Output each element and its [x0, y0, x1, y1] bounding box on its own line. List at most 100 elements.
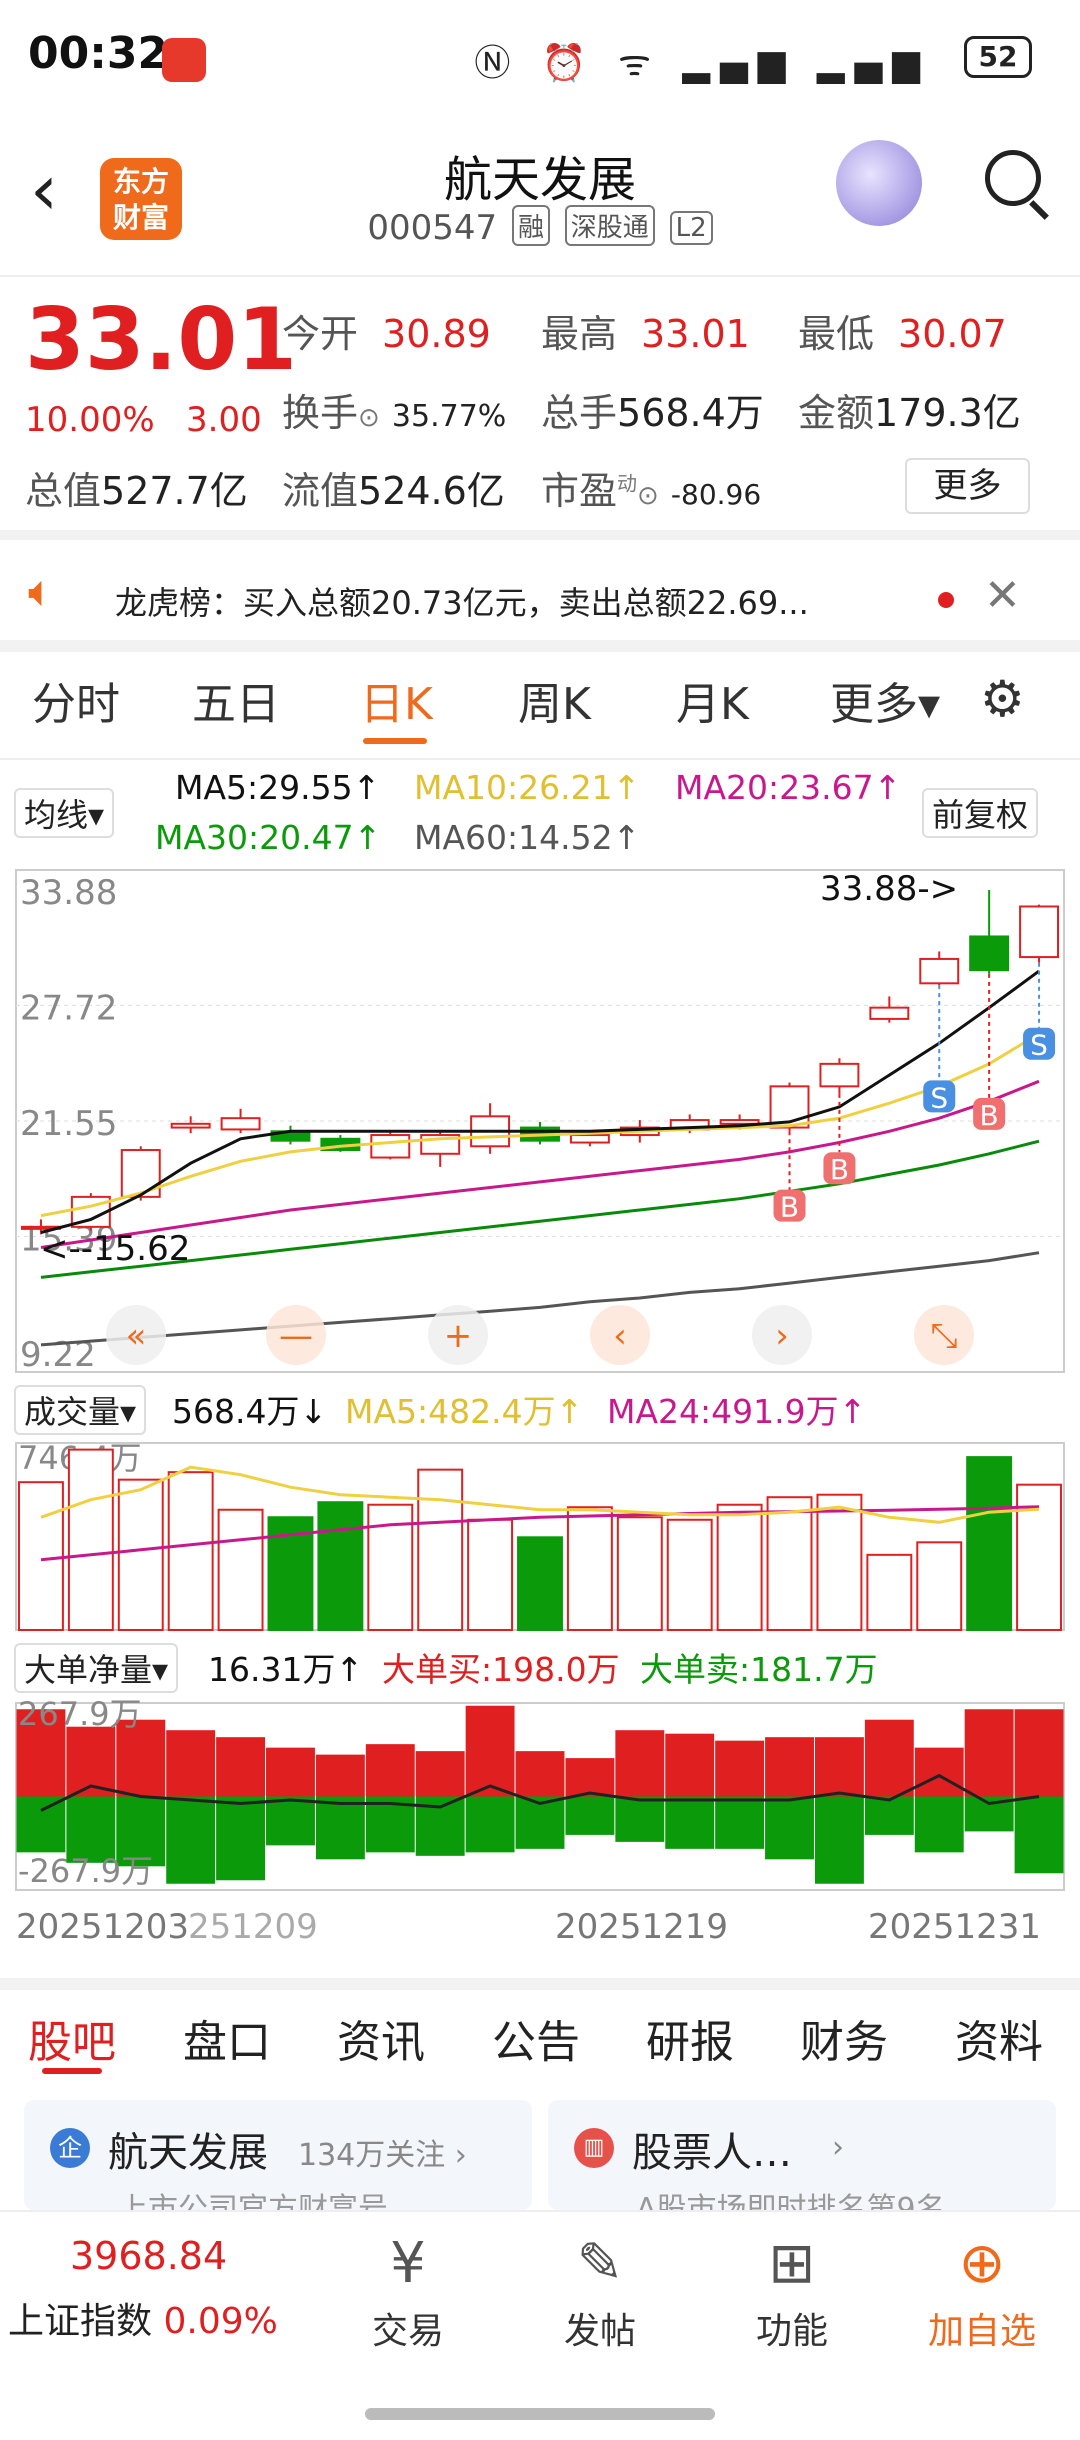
chart-control-icon: ⤡ [930, 1316, 957, 1356]
index-value[interactable]: 3968.84 [70, 2234, 227, 2278]
signal-label: B [980, 1099, 999, 1132]
grid-icon: ⊞ [768, 2231, 816, 2296]
large-sell-bar [665, 1796, 715, 1849]
tab-guba[interactable]: 股吧 [28, 2006, 116, 2070]
ma60-line [40, 1251, 1040, 1347]
candle-body [569, 1134, 610, 1144]
battery-icon: 52 [964, 36, 1032, 78]
ma5-label: MA5:29.55↑ [175, 768, 381, 807]
active-tab-underline [363, 738, 427, 744]
tab-profile[interactable]: 资料 [955, 2006, 1043, 2070]
tab-daily-k[interactable]: 日K [360, 668, 433, 732]
tab-more[interactable]: 更多▾ [830, 668, 940, 732]
ma30-label: MA30:20.47↑ [155, 818, 382, 857]
forward-adjust-button[interactable]: 前复权 [922, 788, 1039, 838]
trade-button[interactable]: ¥ 交易 [338, 2232, 478, 2354]
large-order-buy: 大单买:198.0万 [382, 1650, 620, 1689]
volume-bar [616, 1516, 663, 1632]
volume-selector[interactable]: 成交量▾ [14, 1385, 147, 1435]
volume-bar [317, 1501, 364, 1631]
info-icon: ⊙ [358, 403, 380, 433]
tag-connect: 深股通 [564, 205, 655, 246]
candle-body [220, 1117, 261, 1131]
stock-people-card[interactable]: ▥ 股票人… › A股市场即时排名第9名 [548, 2100, 1056, 2210]
large-sell-bar [565, 1796, 615, 1835]
index-label-row[interactable]: 上证指数 0.09% [8, 2292, 278, 2344]
large-order-net: 16.31万↑ [208, 1650, 364, 1689]
card-title: 航天发展 [108, 2130, 268, 2176]
notice-text: 龙虎榜：买入总额20.73亿元，卖出总额22.69... [115, 584, 809, 622]
search-icon[interactable] [985, 150, 1041, 206]
chevron-right-icon: › [832, 2130, 844, 2165]
post-button[interactable]: ✎ 发帖 [530, 2232, 670, 2354]
volume-bar [666, 1518, 713, 1632]
volume-bar [167, 1471, 214, 1631]
candle-body [869, 1006, 910, 1020]
add-watchlist-button[interactable]: ⊕ 加自选 [912, 2232, 1052, 2354]
change-amount: 3.00 [186, 400, 262, 440]
x-axis-label: 20251203 [16, 1907, 189, 1947]
edit-icon: ✎ [576, 2231, 624, 2296]
large-buy-bar [864, 1719, 914, 1797]
tab-announcements[interactable]: 公告 [492, 2006, 580, 2070]
tab-research[interactable]: 研报 [646, 2006, 734, 2070]
ma-selector[interactable]: 均线▾ [14, 788, 115, 838]
large-sell-bar [16, 1796, 66, 1853]
tab-five-day[interactable]: 五日 [192, 668, 280, 732]
volume-ma24: MA24:491.9万↑ [607, 1392, 867, 1431]
large-buy-bar [365, 1744, 415, 1797]
close-icon[interactable]: ✕ [984, 570, 1021, 621]
gear-icon[interactable]: ⚙ [980, 670, 1025, 728]
x-axis-label: 20251231 [868, 1907, 1041, 1947]
volume-value: 568.4万↓ [172, 1392, 328, 1431]
ma10-label: MA10:26.21↑ [414, 768, 641, 807]
candle-body [1019, 905, 1060, 959]
total-mv-field: 总值527.7亿 [25, 469, 248, 513]
large-sell-bar [1014, 1796, 1064, 1874]
more-button[interactable]: 更多 [905, 458, 1030, 514]
ma60-label: MA60:14.52↑ [414, 818, 641, 857]
large-order-selector[interactable]: 大单净量▾ [14, 1643, 179, 1693]
change-percent: 10.00% [25, 400, 155, 440]
volume-bar [866, 1553, 913, 1632]
high-marker: 33.88-> [820, 869, 958, 909]
tab-finance[interactable]: 财务 [800, 2006, 888, 2070]
functions-button[interactable]: ⊞ 功能 [722, 2232, 862, 2354]
x-axis-label: 20251219 [555, 1907, 728, 1947]
large-order-top-tick: 267.9万 [18, 1695, 142, 1733]
volume-bar [716, 1503, 763, 1632]
large-order-sell: 大单卖:181.7万 [640, 1650, 878, 1689]
chart-control-icon: › [775, 1316, 789, 1356]
status-bar: 00:32 Ⓝ ⏰ ᯤ ▂▄▆ ▂▄▆ 52 [0, 0, 1080, 120]
large-buy-bar [565, 1758, 615, 1797]
large-buy-bar [914, 1747, 964, 1797]
index-pct: 0.09% [163, 2301, 278, 2342]
ma20-label: MA20:23.67↑ [675, 768, 902, 807]
large-buy-bar [814, 1737, 864, 1797]
volume-bar [217, 1508, 264, 1631]
low-marker: <--15.62 [40, 1229, 190, 1269]
tab-order-book[interactable]: 盘口 [183, 2006, 271, 2070]
home-indicator [365, 2408, 715, 2420]
chart-control-icon: — [279, 1316, 313, 1356]
volume-field: 总手568.4万 [541, 391, 764, 435]
large-buy-bar [415, 1751, 465, 1797]
large-sell-bar [715, 1796, 765, 1849]
chart-control-icon: ‹ [613, 1316, 627, 1356]
assistant-avatar-icon[interactable] [836, 140, 922, 226]
card-followers: 134万关注 › [298, 2138, 467, 2173]
large-order-bottom-tick: -267.9万 [18, 1852, 153, 1890]
notice-bar[interactable]: 🔈︎ 龙虎榜：买入总额20.73亿元，卖出总额22.69... ✕ [0, 540, 1080, 650]
large-sell-bar [864, 1796, 914, 1835]
large-sell-bar [315, 1796, 365, 1860]
low-field: 最低 30.07 [798, 312, 1007, 356]
card-snippet: 上市公司官方财富号 [118, 2192, 388, 2210]
tab-intraday[interactable]: 分时 [32, 668, 120, 732]
volume-bar [566, 1506, 613, 1632]
company-card[interactable]: 企 航天发展 134万关注 › 上市公司官方财富号 [24, 2100, 532, 2210]
signal-label: B [780, 1191, 799, 1224]
tab-monthly-k[interactable]: 月K [676, 668, 749, 732]
tab-weekly-k[interactable]: 周K [518, 668, 591, 732]
tag-l2: L2 [669, 211, 713, 245]
tab-news[interactable]: 资讯 [337, 2006, 425, 2070]
